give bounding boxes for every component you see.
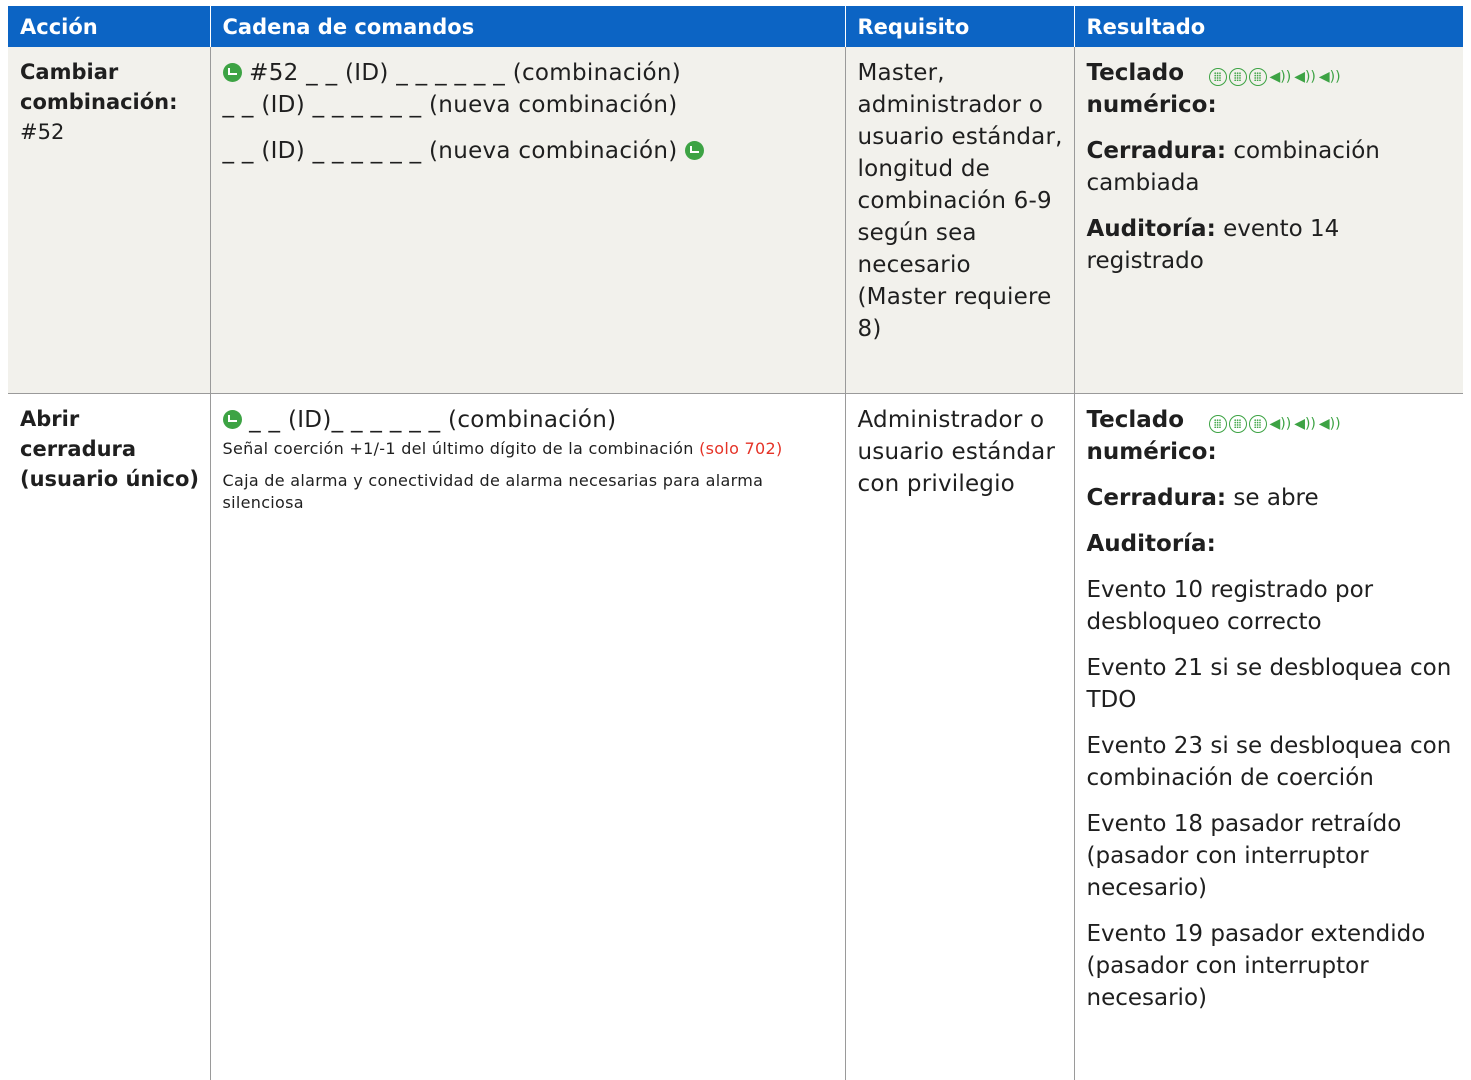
table-row: Cambiar combinación: #52 #52 _ _ (ID) _ … (8, 47, 1463, 394)
keypad-icon (1209, 415, 1227, 433)
speaker-beep-icon: ◀)) (1270, 61, 1292, 93)
header-command: Cadena de comandos (210, 6, 845, 47)
audit-event: Evento 19 pasador extendido (pasador con… (1087, 918, 1460, 1014)
keypad-result: Teclado numérico: ◀)) ◀)) ◀)) (1087, 57, 1460, 121)
speaker-beep-icon: ◀)) (1319, 61, 1341, 93)
keypad-result: Teclado numérico: ◀)) ◀)) ◀)) (1087, 404, 1460, 468)
command-cell: #52 _ _ (ID) _ _ _ _ _ _ (combinación) _… (210, 47, 845, 394)
header-result: Resultado (1074, 6, 1463, 47)
requirement-cell: Master, administrador o usuario estándar… (845, 47, 1074, 394)
requirement-cell: Administrador o usuario estándar con pri… (845, 394, 1074, 1080)
enter-key-icon (685, 141, 704, 160)
lock-result: Cerradura: se abre (1087, 482, 1460, 514)
keypad-icon (1209, 68, 1227, 86)
keypad-icon (1229, 68, 1247, 86)
duress-note: Señal coerción +1/-1 del último dígito d… (223, 438, 835, 460)
command-line: _ _ (ID) _ _ _ _ _ _ (nueva combinación) (223, 89, 835, 121)
audit-event: Evento 10 registrado por desbloqueo corr… (1087, 574, 1460, 638)
command-line: #52 _ _ (ID) _ _ _ _ _ _ (combinación) (223, 57, 835, 89)
header-requirement: Requisito (845, 6, 1074, 47)
audit-event: Evento 18 pasador retraído (pasador con … (1087, 808, 1460, 904)
speaker-beep-icon: ◀)) (1270, 408, 1292, 440)
action-code: #52 (20, 120, 64, 144)
keypad-feedback-icons: ◀)) ◀)) ◀)) (1209, 61, 1341, 93)
keypad-icon (1249, 68, 1267, 86)
speaker-beep-icon: ◀)) (1294, 61, 1316, 93)
action-title: Abrir cerradura (usuario único) (20, 404, 200, 494)
result-cell: Teclado numérico: ◀)) ◀)) ◀)) Cerradura:… (1074, 47, 1463, 394)
action-cell: Cambiar combinación: #52 (8, 47, 210, 394)
command-cell: _ _ (ID)_ _ _ _ _ _ (combinación) Señal … (210, 394, 845, 1080)
header-action: Acción (8, 6, 210, 47)
command-table: Acción Cadena de comandos Requisito Resu… (8, 6, 1463, 1080)
audit-result: Auditoría: evento 14 registrado (1087, 213, 1460, 277)
speaker-beep-icon: ◀)) (1319, 408, 1341, 440)
enter-key-icon (223, 410, 242, 429)
command-line: _ _ (ID)_ _ _ _ _ _ (combinación) (223, 404, 835, 436)
audit-event: Evento 21 si se desbloquea con TDO (1087, 652, 1460, 716)
audit-event: Evento 23 si se desbloquea con combinaci… (1087, 730, 1460, 794)
table-row: Abrir cerradura (usuario único) _ _ (ID)… (8, 394, 1463, 1080)
command-line: _ _ (ID) _ _ _ _ _ _ (nueva combinación) (223, 135, 835, 167)
keypad-icon (1249, 415, 1267, 433)
audit-label: Auditoría: (1087, 528, 1460, 560)
action-title: Cambiar combinación: (20, 57, 200, 117)
action-cell: Abrir cerradura (usuario único) (8, 394, 210, 1080)
alarm-note: Caja de alarma y conectividad de alarma … (223, 470, 835, 514)
result-cell: Teclado numérico: ◀)) ◀)) ◀)) Cerradura:… (1074, 394, 1463, 1080)
header-row: Acción Cadena de comandos Requisito Resu… (8, 6, 1463, 47)
lock-result: Cerradura: combinación cambiada (1087, 135, 1460, 199)
enter-key-icon (223, 63, 242, 82)
keypad-icon (1229, 415, 1247, 433)
speaker-beep-icon: ◀)) (1294, 408, 1316, 440)
keypad-feedback-icons: ◀)) ◀)) ◀)) (1209, 408, 1341, 440)
